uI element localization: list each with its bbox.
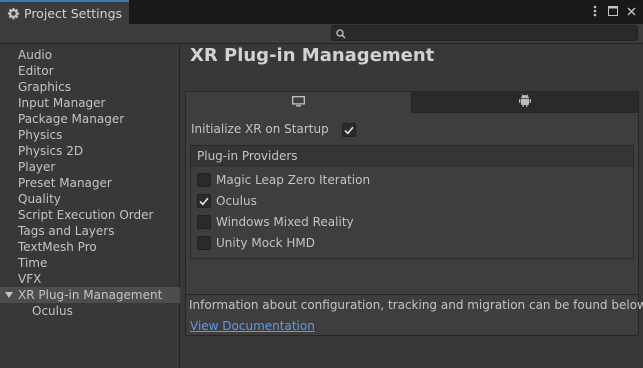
android-icon [519, 94, 531, 110]
settings-sidebar: Audio Editor Graphics Input Manager Pack… [0, 44, 180, 368]
gear-icon [6, 6, 20, 20]
initialize-xr-checkbox[interactable] [342, 123, 356, 137]
sidebar-item-tags-and-layers[interactable]: Tags and Layers [0, 223, 180, 239]
main-content: XR Plug-in Management Initialize XR on S… [181, 44, 643, 368]
provider-mock-hmd-checkbox[interactable] [197, 236, 211, 250]
expand-caret-icon[interactable] [5, 292, 13, 298]
window-tab-title: Project Settings [24, 5, 123, 21]
plugin-providers-box: Plug-in Providers Magic Leap Zero Iterat… [190, 145, 634, 259]
more-options-icon[interactable] [589, 4, 601, 18]
sidebar-item-audio[interactable]: Audio [0, 47, 180, 63]
provider-magic-leap: Magic Leap Zero Iteration [197, 172, 370, 188]
provider-label: Oculus [216, 194, 257, 208]
sidebar-item-textmesh-pro[interactable]: TextMesh Pro [0, 239, 180, 255]
search-input[interactable] [331, 25, 638, 41]
view-documentation-link[interactable]: View Documentation [190, 319, 315, 333]
documentation-info-box: Information about configuration, trackin… [185, 294, 643, 336]
sidebar-item-input-manager[interactable]: Input Manager [0, 95, 180, 111]
provider-unity-mock-hmd: Unity Mock HMD [197, 235, 315, 251]
provider-oculus: Oculus [197, 193, 257, 209]
sidebar-item-xr-plugin-management[interactable]: XR Plug-in Management [0, 287, 180, 303]
provider-label: Unity Mock HMD [216, 236, 316, 250]
window-controls [589, 4, 637, 18]
sidebar-item-label: XR Plug-in Management [18, 288, 163, 302]
close-icon[interactable] [625, 4, 637, 18]
maximize-icon[interactable] [607, 4, 619, 18]
sidebar-item-oculus[interactable]: Oculus [0, 303, 180, 319]
sidebar-item-package-manager[interactable]: Package Manager [0, 111, 180, 127]
provider-magic-leap-checkbox[interactable] [197, 173, 211, 187]
sidebar-item-graphics[interactable]: Graphics [0, 79, 180, 95]
provider-label: Magic Leap Zero Iteration [216, 173, 371, 187]
info-text: Information about configuration, trackin… [189, 298, 643, 312]
provider-windows-mixed-reality: Windows Mixed Reality [197, 214, 354, 230]
page-title: XR Plug-in Management [190, 45, 435, 66]
sidebar-item-time[interactable]: Time [0, 255, 180, 271]
plugin-providers-header: Plug-in Providers [191, 146, 633, 166]
platform-settings-panel: Initialize XR on Startup Plug-in Provide… [185, 91, 639, 327]
provider-oculus-checkbox[interactable] [197, 194, 211, 208]
window-tab-bar: Project Settings [0, 0, 643, 24]
sidebar-item-physics-2d[interactable]: Physics 2D [0, 143, 180, 159]
sidebar-item-player[interactable]: Player [0, 159, 180, 175]
search-icon [336, 28, 346, 39]
sidebar-item-script-execution-order[interactable]: Script Execution Order [0, 207, 180, 223]
monitor-icon [292, 95, 305, 110]
tab-android[interactable] [412, 92, 638, 113]
initialize-xr-label: Initialize XR on Startup [191, 122, 329, 136]
toolbar [0, 24, 643, 44]
provider-windows-mr-checkbox[interactable] [197, 215, 211, 229]
initialize-xr-row: Initialize XR on Startup [191, 122, 356, 137]
sidebar-item-editor[interactable]: Editor [0, 63, 180, 79]
sidebar-item-vfx[interactable]: VFX [0, 271, 180, 287]
tab-standalone[interactable] [186, 92, 412, 113]
sidebar-item-preset-manager[interactable]: Preset Manager [0, 175, 180, 191]
project-settings-tab[interactable]: Project Settings [0, 0, 129, 24]
sidebar-item-physics[interactable]: Physics [0, 127, 180, 143]
provider-label: Windows Mixed Reality [216, 215, 354, 229]
sidebar-item-quality[interactable]: Quality [0, 191, 180, 207]
